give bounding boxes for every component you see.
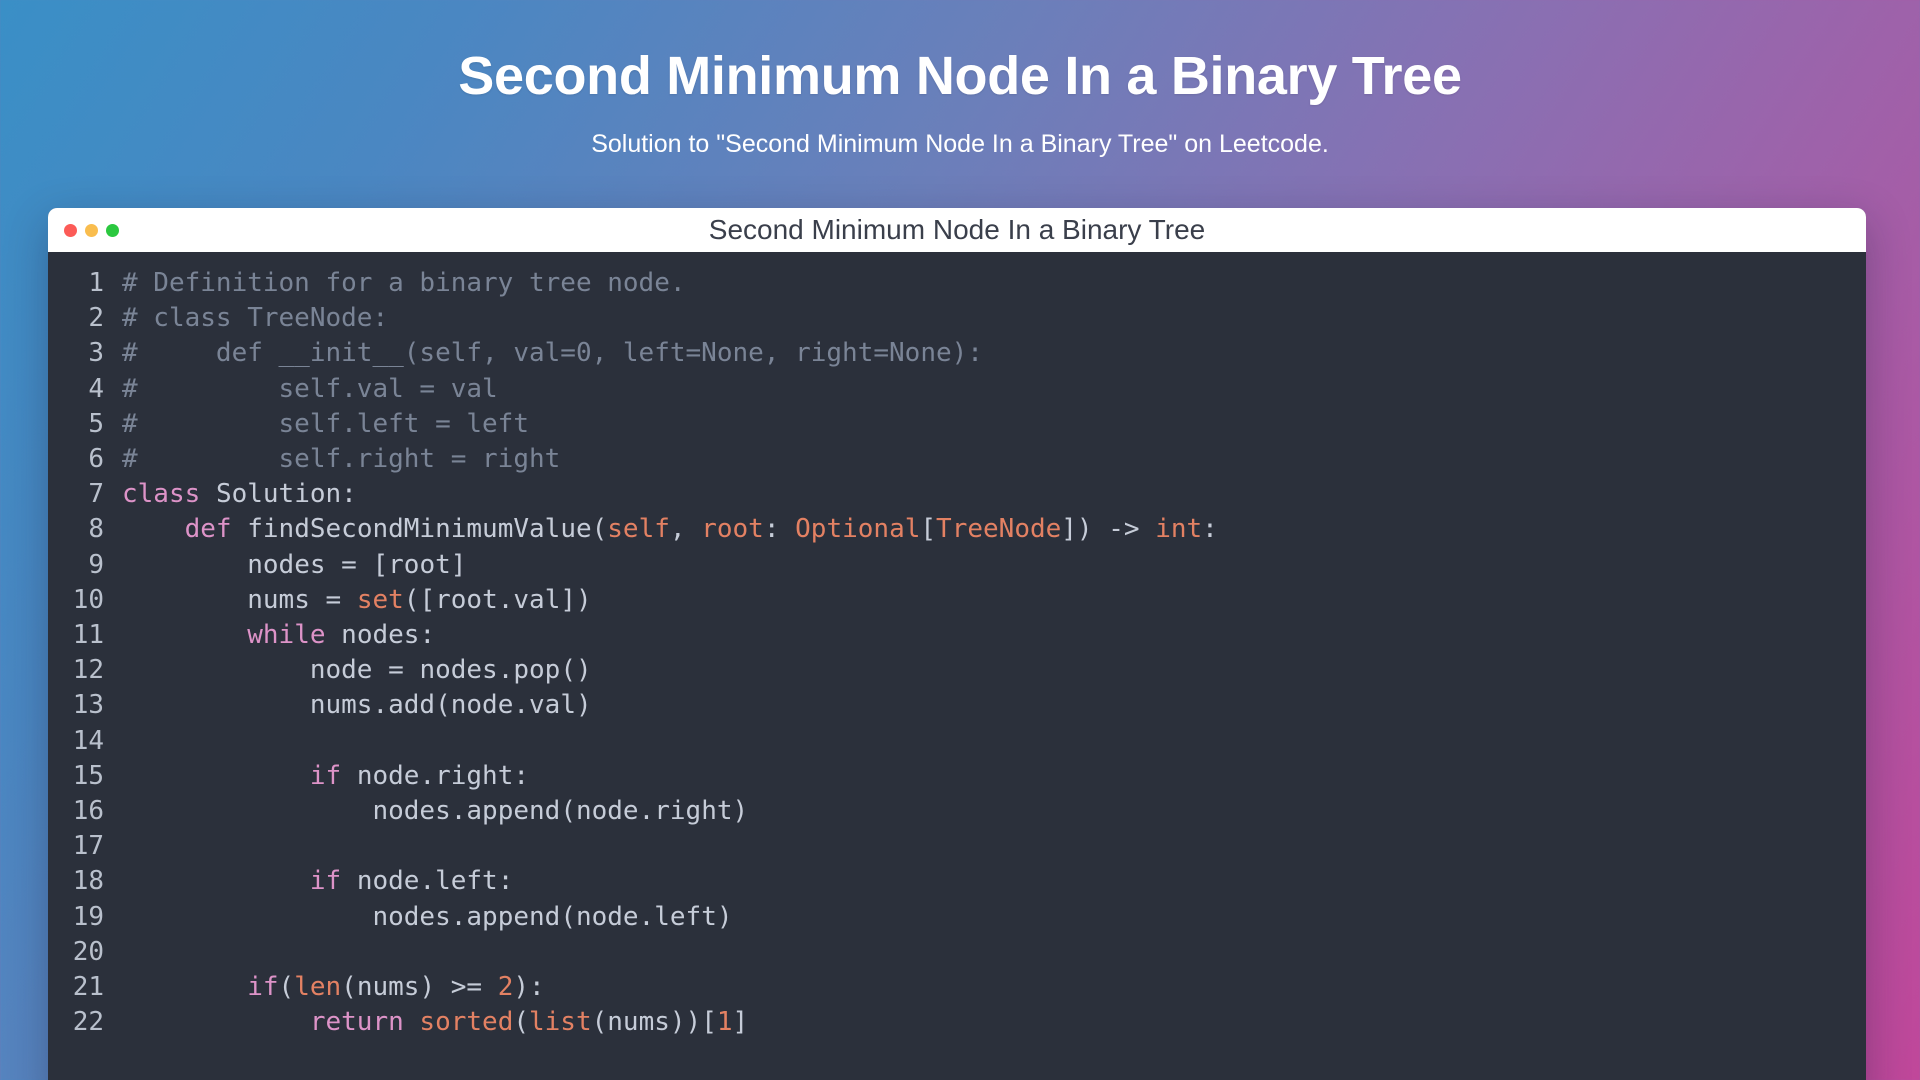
line-number: 20 <box>72 936 104 967</box>
code-line-content: # self.right = right <box>122 444 561 475</box>
code-line-content: return sorted(list(nums))[1] <box>309 1007 749 1038</box>
code-line-content <box>122 829 1866 864</box>
line-number: 7 <box>88 479 104 510</box>
line-number: 2 <box>88 303 104 334</box>
code-line-content: if(len(nums) >= 2): <box>247 972 545 1003</box>
code-line: 2 # class TreeNode: <box>48 301 1866 336</box>
code-line: 17 <box>48 829 1866 864</box>
page-subtitle: Solution to "Second Minimum Node In a Bi… <box>591 130 1329 159</box>
line-number: 3 <box>88 338 104 369</box>
code-line-content: def findSecondMinimumValue(self, root: O… <box>184 514 1218 545</box>
code-line-content: # self.val = val <box>122 373 498 404</box>
code-line-content: # Definition for a binary tree node. <box>122 268 686 298</box>
code-line-content: if node.right: <box>309 760 530 791</box>
code-line-content: nodes.append(node.left) <box>372 901 733 932</box>
line-number: 10 <box>72 584 104 615</box>
line-number: 1 <box>88 268 104 298</box>
code-line: 21 if(len(nums) >= 2): <box>48 970 1866 1005</box>
code-line: 8 def findSecondMinimumValue(self, root:… <box>48 512 1866 547</box>
code-editor[interactable]: 1 # Definition for a binary tree node. 2 # … <box>48 252 1866 1080</box>
line-number: 16 <box>72 796 104 827</box>
code-line-content <box>122 935 1866 970</box>
line-number: 19 <box>72 901 104 932</box>
line-number: 6 <box>88 444 104 475</box>
code-table: 1 # Definition for a binary tree node. 2 # … <box>48 266 1866 1040</box>
line-number: 15 <box>72 760 104 791</box>
code-line: 16 nodes.append(node.right) <box>48 794 1866 829</box>
code-line-content: while nodes: <box>247 620 436 651</box>
code-line-content: # class TreeNode: <box>122 303 389 334</box>
code-line: 12 node = nodes.pop() <box>48 653 1866 688</box>
code-line: 3 # def __init__(self, val=0, left=None, … <box>48 336 1866 371</box>
code-line: 22 return sorted(list(nums))[1] <box>48 1005 1866 1040</box>
line-number: 21 <box>72 972 104 1003</box>
line-number: 9 <box>88 549 104 580</box>
line-number: 22 <box>72 1007 104 1038</box>
code-line: 6 # self.right = right <box>48 442 1866 477</box>
code-line: 18 if node.left: <box>48 864 1866 899</box>
line-number: 18 <box>72 866 104 897</box>
code-line-content: node = nodes.pop() <box>309 655 592 686</box>
line-number: 17 <box>72 831 104 862</box>
line-number: 4 <box>88 373 104 404</box>
line-number: 11 <box>72 620 104 651</box>
code-line: 10 nums = set([root.val]) <box>48 583 1866 618</box>
code-line-content: class Solution: <box>122 479 357 510</box>
code-line: 19 nodes.append(node.left) <box>48 900 1866 935</box>
window-title: Second Minimum Node In a Binary Tree <box>708 214 1206 245</box>
code-line-content: # def __init__(self, val=0, left=None, r… <box>122 338 983 369</box>
code-line-content: # self.left = left <box>122 408 529 439</box>
code-line: 14 <box>48 724 1866 759</box>
code-line: 9 nodes = [root] <box>48 548 1866 583</box>
code-line-content: nodes = [root] <box>247 549 467 580</box>
code-line-content <box>122 724 1866 759</box>
code-line: 11 while nodes: <box>48 618 1866 653</box>
maximize-button[interactable] <box>106 223 119 237</box>
code-line: 7 class Solution: <box>48 477 1866 512</box>
close-button[interactable] <box>64 223 77 237</box>
code-line: 20 <box>48 935 1866 970</box>
traffic-lights <box>64 223 119 237</box>
minimize-button[interactable] <box>85 223 98 237</box>
code-line-content: nums = set([root.val]) <box>247 584 592 615</box>
window-titlebar: Second Minimum Node In a Binary Tree <box>48 208 1866 252</box>
code-line: 1 # Definition for a binary tree node. <box>48 266 1866 301</box>
code-line-content: nodes.append(node.right) <box>372 796 749 827</box>
page-title: Second Minimum Node In a Binary Tree <box>458 46 1462 106</box>
code-line: 13 nums.add(node.val) <box>48 688 1866 723</box>
line-number: 5 <box>88 408 104 439</box>
code-line: 4 # self.val = val <box>48 372 1866 407</box>
code-line: 15 if node.right: <box>48 759 1866 794</box>
code-line-content: nums.add(node.val) <box>309 690 592 721</box>
line-number: 12 <box>72 655 104 686</box>
code-line: 5 # self.left = left <box>48 407 1866 442</box>
hero-header: Second Minimum Node In a Binary Tree Sol… <box>0 0 1920 161</box>
code-window: Second Minimum Node In a Binary Tree 1 # … <box>48 208 1866 1080</box>
line-number: 14 <box>72 725 104 756</box>
code-line-content: if node.left: <box>309 866 514 897</box>
line-number: 8 <box>88 514 104 545</box>
line-number: 13 <box>72 690 104 721</box>
